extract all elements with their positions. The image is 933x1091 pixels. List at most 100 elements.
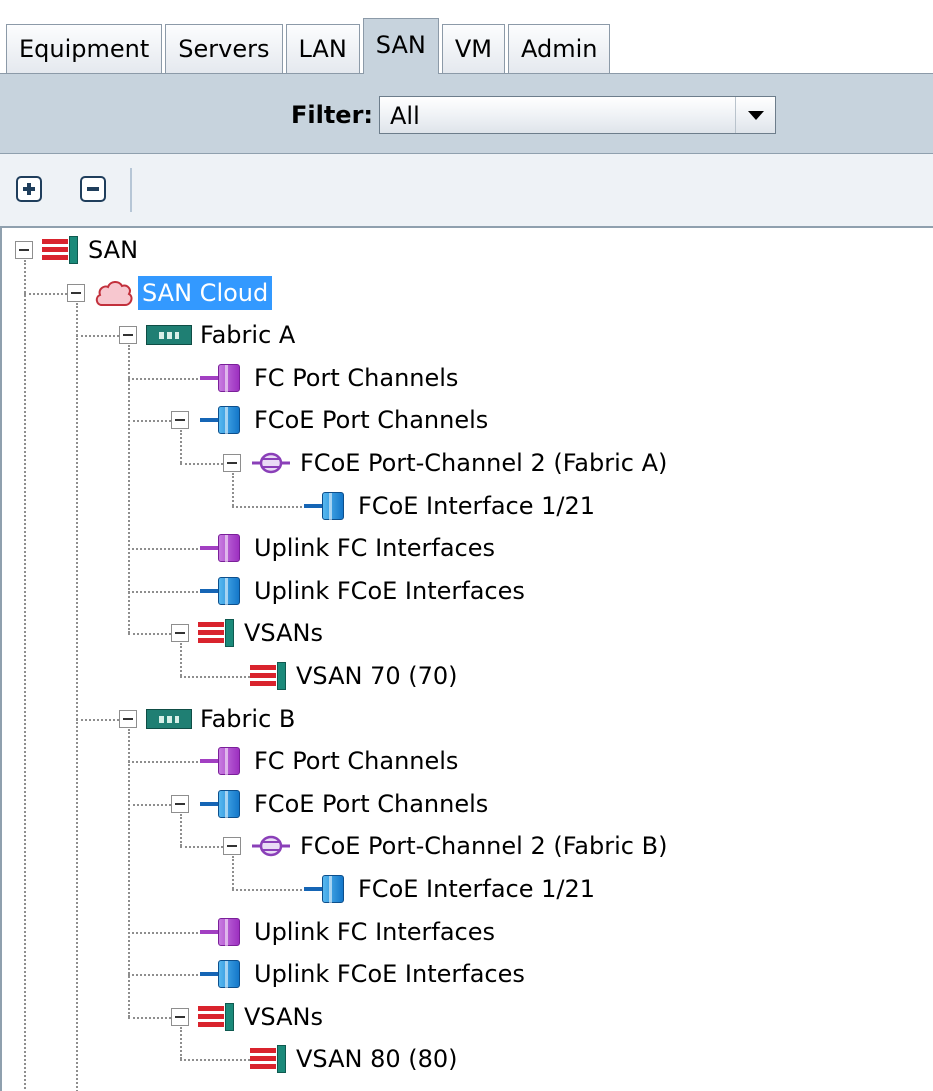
tree-node-fa-uplink-fc[interactable]: Uplink FC Interfaces: [198, 528, 499, 568]
tree-row-fa-fcoe-if: FCoE Interface 1/21: [2, 485, 932, 527]
port-channel-icon: [250, 832, 292, 860]
fc-port-icon: [198, 917, 246, 947]
fcoe-port-icon: [198, 576, 246, 606]
fcoe-port-icon: [302, 875, 350, 904]
collapse-all-button[interactable]: [80, 176, 106, 202]
tree-node-fb-vsans[interactable]: VSANs: [198, 997, 327, 1037]
collapse-toggle-icon[interactable]: [67, 283, 85, 302]
tree-node-label: VSAN 70 (70): [296, 662, 458, 690]
tree-row-fa-fcoe-pc2: FCoE Port-Channel 2 (Fabric A): [2, 442, 932, 484]
tree-row-san-cloud: SAN Cloud: [2, 272, 932, 314]
tree-node-san-cloud[interactable]: SAN Cloud: [94, 273, 273, 313]
tree-node-label: FCoE Port Channels: [254, 789, 489, 818]
tree-node-label: FC Port Channels: [254, 363, 459, 392]
tree-node-label: VSANs: [244, 619, 323, 648]
toolbar-separator: [130, 168, 132, 212]
collapse-toggle-icon[interactable]: [15, 241, 33, 259]
fc-port-icon: [198, 747, 246, 777]
vsan-icon: [42, 236, 80, 264]
port-channel-icon: [250, 449, 292, 477]
tree-row-fb-fc-pc: FC Port Channels: [2, 740, 932, 782]
fabric-interconnect-icon: [146, 708, 192, 729]
tree-node-fabric-b[interactable]: Fabric B: [146, 699, 299, 739]
tree-node-label: VSANs: [244, 1002, 323, 1031]
tab-lan[interactable]: LAN: [285, 24, 360, 74]
tree-row-fb-fcoe-pc: FCoE Port Channels: [2, 783, 932, 825]
tree-row-fb-fcoe-if: FCoE Interface 1/21: [2, 868, 932, 910]
tree-node-fb-fc-pc[interactable]: FC Port Channels: [198, 741, 462, 781]
tree-row-fa-vsans: VSANs: [2, 612, 932, 654]
collapse-toggle-icon[interactable]: [171, 411, 189, 430]
cloud-icon: [94, 278, 134, 308]
tree-toolbar: [0, 154, 933, 228]
tree-node-label: Uplink FCoE Interfaces: [254, 576, 525, 605]
tree-node-fb-uplink-fcoe[interactable]: Uplink FCoE Interfaces: [198, 954, 529, 994]
tab-admin[interactable]: Admin: [507, 24, 611, 74]
vsan-icon: [198, 1002, 236, 1031]
fcoe-port-icon: [198, 960, 246, 990]
tree-node-label: SAN: [88, 236, 139, 264]
navigation-tab-bar: Equipment Servers LAN SAN VM Admin: [0, 0, 933, 74]
tree-node-label: Fabric A: [200, 321, 296, 350]
tree-node-label: VSAN 80 (80): [296, 1045, 458, 1074]
tree-row-fb-vsans: VSANs: [2, 996, 932, 1038]
tree-node-fb-fcoe-pc[interactable]: FCoE Port Channels: [198, 784, 492, 824]
collapse-toggle-icon[interactable]: [171, 624, 189, 643]
tab-equipment[interactable]: Equipment: [6, 24, 163, 74]
tree-node-fa-vsans[interactable]: VSANs: [198, 613, 327, 653]
filter-label: Filter:: [290, 101, 373, 129]
tree-row-fa-fc-pc: FC Port Channels: [2, 357, 932, 399]
tab-vm[interactable]: VM: [441, 24, 505, 74]
fc-port-icon: [198, 534, 246, 564]
expand-all-button[interactable]: [16, 176, 42, 202]
tab-list: Equipment Servers LAN SAN VM Admin: [6, 18, 613, 74]
tree-node-fabric-a[interactable]: Fabric A: [146, 315, 299, 355]
tree-node-label: FC Port Channels: [254, 747, 459, 776]
tree-row-san: SAN: [2, 229, 932, 271]
tree-row-fb-uplink-fcoe: Uplink FCoE Interfaces: [2, 953, 932, 995]
tree-node-fa-fc-pc[interactable]: FC Port Channels: [198, 358, 462, 398]
tree-node-label: Uplink FCoE Interfaces: [254, 960, 525, 989]
tree-node-fb-fcoe-if[interactable]: FCoE Interface 1/21: [302, 869, 599, 909]
tree-row-fb-uplink-fc: Uplink FC Interfaces: [2, 911, 932, 953]
tree-row-fa-fcoe-pc: FCoE Port Channels: [2, 399, 932, 441]
tree-node-fa-fcoe-pc2[interactable]: FCoE Port-Channel 2 (Fabric A): [250, 443, 671, 483]
tab-servers[interactable]: Servers: [165, 24, 283, 74]
fcoe-port-icon: [302, 491, 350, 521]
tree-node-label: FCoE Port Channels: [254, 406, 489, 435]
fcoe-port-icon: [198, 406, 246, 436]
tree-node-label: Uplink FC Interfaces: [254, 917, 496, 946]
tree-node-fb-vsan80[interactable]: VSAN 80 (80): [250, 1039, 462, 1079]
collapse-toggle-icon[interactable]: [223, 454, 241, 472]
dropdown-arrow-icon[interactable]: [735, 97, 775, 133]
tree-node-fa-vsan70[interactable]: VSAN 70 (70): [250, 656, 462, 696]
tree-node-san[interactable]: SAN: [42, 230, 142, 270]
collapse-toggle-icon[interactable]: [223, 837, 241, 856]
collapse-toggle-icon[interactable]: [119, 326, 137, 345]
tree-node-fa-fcoe-pc[interactable]: FCoE Port Channels: [198, 400, 492, 440]
tree-node-label: FCoE Port-Channel 2 (Fabric A): [300, 449, 668, 477]
vsan-icon: [198, 619, 236, 648]
fcoe-port-icon: [198, 789, 246, 819]
tab-san[interactable]: SAN: [362, 18, 439, 74]
tree-node-fa-uplink-fcoe[interactable]: Uplink FCoE Interfaces: [198, 571, 529, 611]
tree-node-label: FCoE Interface 1/21: [358, 875, 596, 903]
tree-row-fb-vsan80: VSAN 80 (80): [2, 1038, 932, 1080]
collapse-toggle-icon[interactable]: [119, 709, 137, 728]
collapse-toggle-icon[interactable]: [171, 1007, 189, 1026]
tree-row-fa-uplink-fc: Uplink FC Interfaces: [2, 527, 932, 569]
tree-node-label: FCoE Port-Channel 2 (Fabric B): [300, 832, 668, 861]
fc-port-icon: [198, 363, 246, 393]
vsan-icon: [250, 1045, 288, 1074]
tree-node-fa-fcoe-if[interactable]: FCoE Interface 1/21: [302, 486, 599, 526]
filter-selected-value: All: [390, 102, 420, 130]
filter-dropdown[interactable]: All: [379, 96, 776, 134]
fabric-interconnect-icon: [146, 325, 192, 346]
tree-node-label: Uplink FC Interfaces: [254, 534, 496, 563]
tree-node-fb-uplink-fc[interactable]: Uplink FC Interfaces: [198, 912, 499, 952]
collapse-toggle-icon[interactable]: [171, 794, 189, 813]
tree-row-fb-fcoe-pc2: FCoE Port-Channel 2 (Fabric B): [2, 825, 932, 867]
filter-bar: Filter: All: [0, 74, 933, 154]
tree-node-fb-fcoe-pc2[interactable]: FCoE Port-Channel 2 (Fabric B): [250, 826, 671, 866]
tree-node-label: FCoE Interface 1/21: [358, 491, 596, 520]
